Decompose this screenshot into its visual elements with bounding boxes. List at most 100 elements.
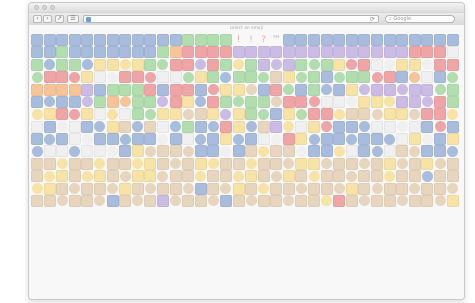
emoji-tile[interactable]: [383, 83, 396, 96]
emoji-tile[interactable]: [81, 182, 94, 195]
emoji-tile[interactable]: [282, 46, 295, 59]
emoji-tile[interactable]: [119, 96, 131, 108]
emoji-tile[interactable]: [333, 108, 345, 120]
emoji-tile[interactable]: [421, 83, 434, 96]
emoji-tile[interactable]: [194, 108, 207, 121]
emoji-tile[interactable]: [383, 157, 396, 170]
emoji-tile[interactable]: [207, 71, 220, 84]
emoji-tile[interactable]: [396, 133, 409, 145]
emoji-tile[interactable]: [245, 95, 258, 108]
emoji-tile[interactable]: [346, 133, 358, 145]
emoji-tile[interactable]: [446, 34, 459, 46]
emoji-tile[interactable]: [44, 170, 56, 182]
emoji-tile[interactable]: [421, 46, 434, 59]
emoji-tile[interactable]: [358, 84, 370, 95]
emoji-tile[interactable]: [106, 58, 119, 71]
emoji-tile[interactable]: [207, 34, 220, 46]
emoji-tile[interactable]: [245, 133, 258, 145]
emoji-tile[interactable]: [295, 194, 308, 207]
emoji-tile[interactable]: [371, 83, 384, 96]
emoji-tile[interactable]: [131, 34, 144, 46]
emoji-tile[interactable]: [358, 95, 371, 108]
emoji-tile[interactable]: [56, 170, 69, 183]
emoji-tile[interactable]: [144, 183, 156, 194]
emoji-tile[interactable]: [43, 157, 56, 170]
emoji-tile[interactable]: [195, 59, 207, 71]
emoji-tile[interactable]: [43, 120, 56, 133]
emoji-tile[interactable]: [144, 58, 157, 71]
emoji-tile[interactable]: [371, 120, 384, 133]
emoji-tile[interactable]: [156, 83, 169, 96]
emoji-tile[interactable]: [169, 133, 182, 145]
emoji-tile[interactable]: [258, 108, 270, 120]
emoji-tile[interactable]: [194, 120, 207, 133]
emoji-tile[interactable]: [219, 170, 232, 183]
emoji-tile[interactable]: [358, 145, 371, 158]
emoji-tile[interactable]: [93, 182, 106, 195]
emoji-tile[interactable]: [182, 34, 195, 46]
emoji-tile[interactable]: [408, 58, 421, 71]
emoji-tile[interactable]: [144, 83, 157, 96]
emoji-tile[interactable]: [44, 96, 56, 108]
emoji-tile[interactable]: [56, 95, 69, 108]
emoji-tile[interactable]: [93, 145, 106, 158]
emoji-tile[interactable]: [56, 145, 69, 158]
emoji-tile[interactable]: [333, 83, 346, 96]
emoji-tile[interactable]: [358, 158, 370, 170]
emoji-tile[interactable]: [409, 71, 421, 83]
emoji-tile[interactable]: [446, 170, 459, 183]
emoji-tile[interactable]: [68, 157, 81, 170]
emoji-tile[interactable]: [446, 46, 459, 59]
emoji-tile[interactable]: [245, 170, 258, 183]
emoji-tile[interactable]: [345, 182, 358, 195]
emoji-tile[interactable]: [295, 170, 308, 183]
emoji-tile[interactable]: [434, 121, 446, 133]
emoji-tile[interactable]: [345, 34, 358, 46]
emoji-tile[interactable]: [68, 83, 81, 96]
emoji-tile[interactable]: [358, 133, 371, 145]
emoji-tile[interactable]: [207, 108, 220, 121]
emoji-tile[interactable]: [81, 133, 93, 145]
emoji-tile[interactable]: [257, 170, 270, 183]
emoji-tile[interactable]: [169, 71, 182, 84]
emoji-tile[interactable]: [447, 183, 459, 194]
emoji-tile[interactable]: [182, 108, 194, 120]
emoji-tile[interactable]: [131, 46, 144, 59]
emoji-tile[interactable]: [106, 133, 119, 145]
emoji-tile[interactable]: [56, 121, 68, 133]
emoji-tile[interactable]: [308, 34, 321, 46]
emoji-tile[interactable]: [194, 71, 207, 84]
emoji-tile[interactable]: [258, 71, 270, 83]
emoji-tile[interactable]: [308, 157, 321, 170]
emoji-tile[interactable]: [182, 71, 194, 83]
emoji-tile[interactable]: [233, 133, 244, 145]
emoji-tile[interactable]: [308, 83, 321, 96]
reload-icon[interactable]: ⟳: [370, 16, 375, 23]
emoji-tile[interactable]: [270, 96, 282, 108]
emoji-tile[interactable]: [358, 71, 371, 84]
emoji-tile[interactable]: [68, 46, 81, 59]
emoji-tile[interactable]: [421, 120, 434, 133]
emoji-tile[interactable]: [282, 133, 295, 145]
emoji-tile[interactable]: [333, 34, 346, 46]
emoji-tile[interactable]: [119, 145, 132, 158]
emoji-tile[interactable]: [93, 83, 106, 96]
emoji-tile[interactable]: [43, 108, 56, 121]
emoji-tile[interactable]: [69, 71, 81, 83]
emoji-tile[interactable]: [106, 83, 119, 96]
emoji-tile[interactable]: [56, 71, 69, 84]
emoji-tile[interactable]: [131, 108, 144, 121]
emoji-tile[interactable]: [144, 34, 157, 46]
emoji-tile[interactable]: [321, 158, 333, 170]
emoji-tile[interactable]: [245, 108, 258, 121]
emoji-tile[interactable]: [220, 145, 232, 157]
emoji-tile[interactable]: [56, 158, 68, 170]
emoji-tile[interactable]: [44, 59, 56, 71]
emoji-tile[interactable]: [81, 59, 93, 71]
emoji-tile[interactable]: [383, 194, 396, 207]
emoji-tile[interactable]: [346, 96, 358, 108]
emoji-tile[interactable]: [195, 170, 207, 182]
minimize-window-button[interactable]: [42, 5, 47, 10]
emoji-tile[interactable]: [384, 96, 396, 108]
emoji-tile[interactable]: [434, 34, 446, 46]
